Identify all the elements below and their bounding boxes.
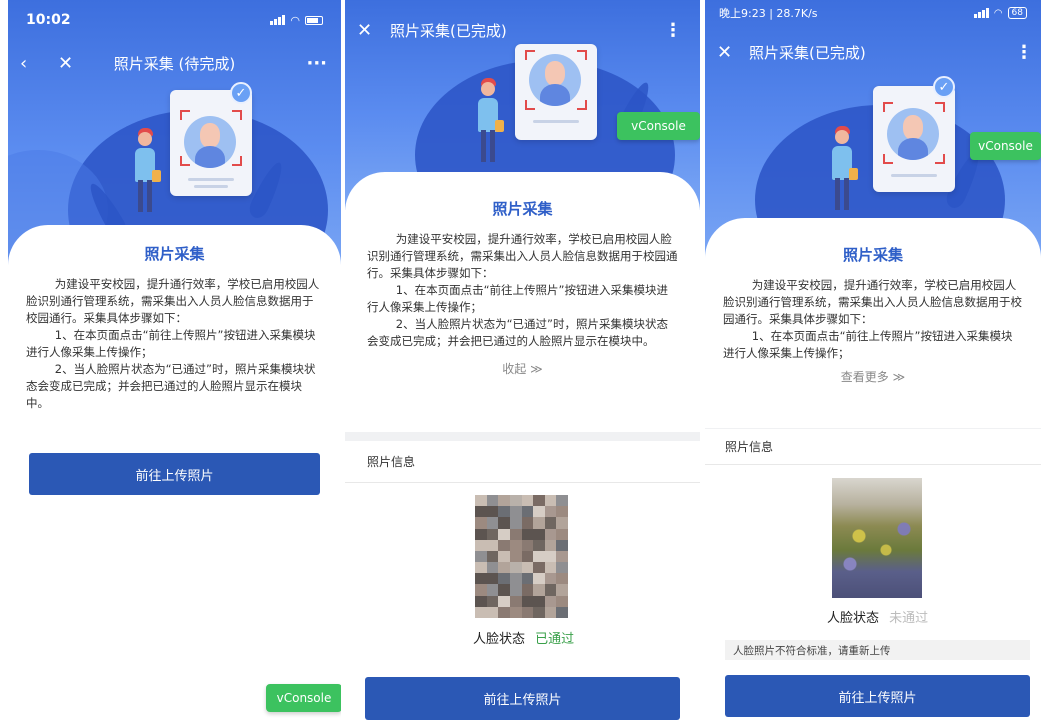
section-title: 照片采集 xyxy=(144,245,205,263)
wifi-icon: ◠ xyxy=(290,13,300,27)
description-paragraph: 2、当人脸照片状态为“已通过”时，照片采集模块状态会变成已完成；并会把已通过的人… xyxy=(26,362,316,410)
screen-completed-passed: ✕ 照片采集(已完成) ⋮ vConsole 照片采集 为建设平安校园，提升通行… xyxy=(345,0,700,720)
description: 为建设平安校园，提升通行效率，学校已启用校园人脸识别通行管理系统，需采集出入人员… xyxy=(8,276,341,412)
face-illustration xyxy=(529,54,581,106)
more-icon[interactable]: ⋮ xyxy=(1015,42,1033,63)
status-time: 10:02 xyxy=(26,12,71,28)
description-paragraph: 2、当人脸照片状态为“已通过”时，照片采集模块状态会变成已完成；并会把已通过的人… xyxy=(367,317,668,348)
page-title: 照片采集(已完成) xyxy=(749,43,866,62)
person-illustration xyxy=(473,70,513,170)
description-paragraph: 1、在本页面点击“前往上传照片”按钮进入采集模块进行人像采集上传操作； xyxy=(26,328,316,359)
id-card-illustration xyxy=(170,90,252,196)
more-icon[interactable]: ⋮ xyxy=(664,20,682,41)
description-paragraph: 为建设平安校园，提升通行效率，学校已启用校园人脸识别通行管理系统，需采集出入人员… xyxy=(723,278,1022,326)
check-icon: ✓ xyxy=(933,76,955,98)
nav-bar: ✕ 照片采集(已完成) ⋮ xyxy=(345,10,700,50)
id-card-illustration xyxy=(873,86,955,192)
vconsole-button[interactable]: vConsole xyxy=(266,684,341,712)
vconsole-button[interactable]: vConsole xyxy=(617,112,700,140)
description-paragraph: 1、在本页面点击“前往上传照片”按钮进入采集模块进行人像采集上传操作； xyxy=(723,329,1013,360)
face-status: 人脸状态 未通过 xyxy=(827,607,928,626)
description-paragraph: 1、在本页面点击“前往上传照片”按钮进入采集模块进行人像采集上传操作； xyxy=(367,283,668,314)
face-status-value: 已通过 xyxy=(535,632,575,647)
face-photo xyxy=(475,495,568,618)
photo-info-label: 照片信息 xyxy=(725,440,774,454)
upload-photo-button[interactable]: 前往上传照片 xyxy=(29,453,320,495)
description: 为建设平安校园，提升通行效率，学校已启用校园人脸识别通行管理系统，需采集出入人员… xyxy=(705,277,1041,362)
id-card-illustration xyxy=(515,44,597,140)
page-title: 照片采集 (待完成) xyxy=(113,54,236,73)
expand-toggle[interactable]: 查看更多 ≫ xyxy=(705,368,1041,385)
face-illustration xyxy=(887,108,939,160)
divider xyxy=(345,482,700,483)
close-icon[interactable]: ✕ xyxy=(357,20,372,41)
collapse-toggle[interactable]: 收起 ≫ xyxy=(345,360,700,377)
face-illustration xyxy=(184,116,236,168)
more-icon[interactable]: ··· xyxy=(306,53,327,74)
status-bar: 晚上9:23 | 28.7K/s ◠ 68 xyxy=(705,0,1041,26)
nav-bar: ✕ 照片采集(已完成) ⋮ xyxy=(705,32,1041,72)
person-illustration xyxy=(130,120,170,220)
rejection-notice: 人脸照片不符合标准，请重新上传 xyxy=(725,640,1030,660)
vconsole-button[interactable]: vConsole xyxy=(970,132,1041,160)
page-title: 照片采集(已完成) xyxy=(390,21,507,40)
face-status-label: 人脸状态 xyxy=(473,632,526,647)
section-title: 照片采集 xyxy=(492,200,553,218)
battery-icon xyxy=(305,15,323,25)
nav-bar: ‹ ✕ 照片采集 (待完成) ··· xyxy=(8,43,341,83)
section-divider xyxy=(345,432,700,441)
battery-icon: 68 xyxy=(1007,7,1027,19)
description: 为建设平安校园，提升通行效率，学校已启用校园人脸识别通行管理系统，需采集出入人员… xyxy=(345,231,700,350)
description-paragraph: 为建设平安校园，提升通行效率，学校已启用校园人脸识别通行管理系统，需采集出入人员… xyxy=(367,232,678,280)
upload-photo-button[interactable]: 前往上传照片 xyxy=(365,677,680,720)
status-network-speed: 晚上9:23 | 28.7K/s xyxy=(719,7,818,20)
signal-icon xyxy=(973,8,989,18)
screen-completed-failed: ✓ 晚上9:23 | 28.7K/s ◠ 68 ✕ 照片采集(已完成) ⋮ vC… xyxy=(705,0,1041,720)
close-icon[interactable]: ✕ xyxy=(717,42,732,63)
upload-photo-button[interactable]: 前往上传照片 xyxy=(725,675,1030,717)
photo-info-label: 照片信息 xyxy=(367,455,416,469)
check-icon: ✓ xyxy=(230,82,252,104)
description-paragraph: 为建设平安校园，提升通行效率，学校已启用校园人脸识别通行管理系统，需采集出入人员… xyxy=(26,277,320,325)
content-panel: 照片采集 为建设平安校园，提升通行效率，学校已启用校园人脸识别通行管理系统，需采… xyxy=(705,218,1041,428)
status-bar: 10:02 ◠ xyxy=(8,0,341,40)
section-title: 照片采集 xyxy=(842,246,903,264)
content-panel: 照片采集 为建设平安校园，提升通行效率，学校已启用校园人脸识别通行管理系统，需采… xyxy=(345,172,700,432)
divider xyxy=(705,464,1041,465)
wifi-icon: ◠ xyxy=(993,7,1003,19)
face-status-label: 人脸状态 xyxy=(827,611,880,626)
face-photo xyxy=(832,478,922,598)
face-status-value: 未通过 xyxy=(889,611,929,626)
signal-icon xyxy=(270,15,286,25)
screen-pending: ✓ 10:02 ◠ ‹ ✕ 照片采集 (待完成) ··· 照片采集 为建设平安校… xyxy=(8,0,341,720)
person-illustration xyxy=(827,118,867,218)
face-status: 人脸状态 已通过 xyxy=(473,628,574,647)
